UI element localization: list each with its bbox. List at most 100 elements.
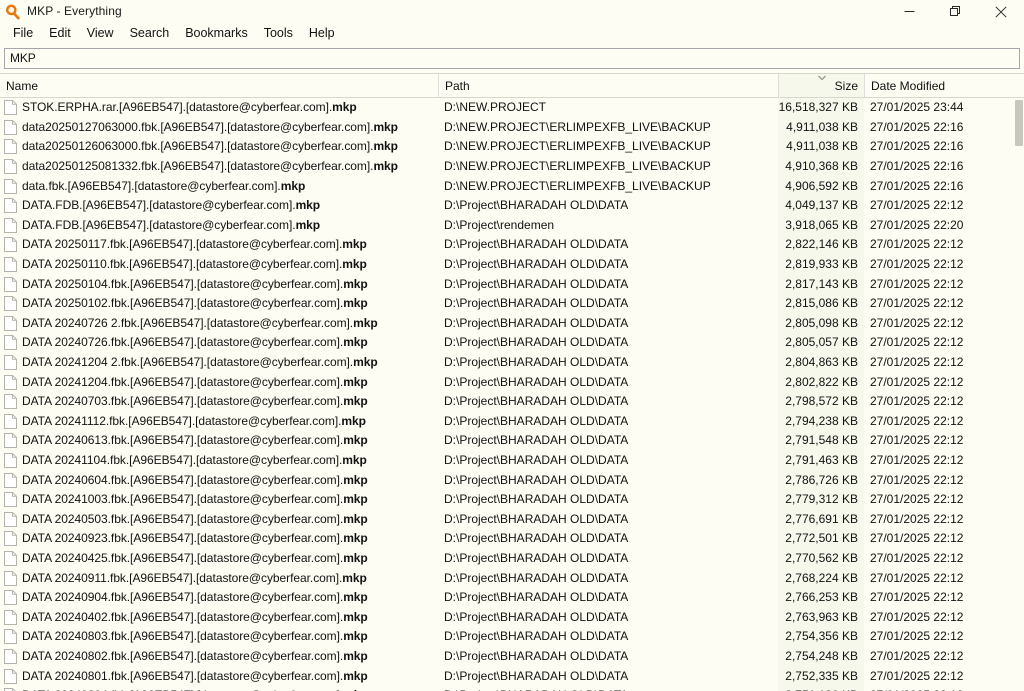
file-name-text: DATA 20240726.fbk.[A96EB547].[datastore@… (22, 335, 368, 350)
table-row[interactable]: DATA 20240803.fbk.[A96EB547].[datastore@… (0, 627, 1024, 647)
column-header-path[interactable]: Path (438, 74, 778, 97)
menu-tools[interactable]: Tools (256, 23, 301, 44)
cell-date-modified: 27/01/2025 22:16 (870, 178, 964, 193)
file-name-match: mkp (373, 139, 398, 154)
close-button[interactable] (978, 0, 1024, 23)
cell-name: data.fbk.[A96EB547].[datastore@cyberfear… (0, 177, 438, 196)
file-icon (4, 570, 17, 586)
cell-date-modified: 27/01/2025 22:12 (870, 472, 964, 487)
table-row[interactable]: DATA 20241003.fbk.[A96EB547].[datastore@… (0, 489, 1024, 510)
table-row[interactable]: DATA 20240425.fbk.[A96EB547].[datastore@… (0, 548, 1024, 569)
file-name-text: DATA.FDB.[A96EB547].[datastore@cyberfear… (22, 198, 321, 213)
file-icon (4, 159, 17, 175)
table-row[interactable]: DATA 20250110.fbk.[A96EB547].[datastore@… (0, 254, 1024, 275)
table-row[interactable]: DATA 20250117.fbk.[A96EB547].[datastore@… (0, 235, 1024, 255)
file-name-text: DATA 20241003.fbk.[A96EB547].[datastore@… (22, 492, 368, 507)
table-row[interactable]: DATA 20250104.fbk.[A96EB547].[datastore@… (0, 274, 1024, 294)
results-list[interactable]: STOK.ERPHA.rar.[A96EB547].[datastore@cyb… (0, 98, 1024, 691)
file-icon (4, 335, 17, 351)
cell-size: 4,049,137 KB (778, 195, 864, 216)
file-icon (4, 178, 17, 194)
cell-date-modified: 27/01/2025 22:12 (870, 590, 964, 605)
menu-search[interactable]: Search (122, 23, 178, 44)
file-name-text: DATA 20240613.fbk.[A96EB547].[datastore@… (22, 433, 368, 448)
cell-size: 2,791,548 KB (778, 431, 864, 451)
cell-date-modified: 27/01/2025 22:20 (870, 217, 964, 232)
table-row[interactable]: data.fbk.[A96EB547].[datastore@cyberfear… (0, 176, 1024, 196)
menu-bookmarks[interactable]: Bookmarks (177, 23, 256, 44)
table-row[interactable]: DATA 20240604.fbk.[A96EB547].[datastore@… (0, 470, 1024, 490)
cell-date-modified: 27/01/2025 22:12 (870, 315, 964, 330)
file-name-text: data20250126063000.fbk.[A96EB547].[datas… (22, 139, 398, 154)
file-name-text: DATA 20240604.fbk.[A96EB547].[datastore@… (22, 472, 368, 487)
menu-help[interactable]: Help (301, 23, 343, 44)
cell-name: DATA 20241112.fbk.[A96EB547].[datastore@… (0, 412, 438, 431)
cell-path: D:\Project\BHARADAH OLD\DATA (444, 668, 629, 683)
table-row[interactable]: DATA 20240911.fbk.[A96EB547].[datastore@… (0, 568, 1024, 588)
table-row[interactable]: DATA.FDB.[A96EB547].[datastore@cyberfear… (0, 215, 1024, 236)
table-row[interactable]: DATA 20250102.fbk.[A96EB547].[datastore@… (0, 293, 1024, 314)
cell-name: DATA.FDB.[A96EB547].[datastore@cyberfear… (0, 216, 438, 235)
cell-date-modified: 27/01/2025 22:12 (870, 374, 964, 389)
cell-size: 2,798,572 KB (778, 391, 864, 412)
cell-size: 2,754,248 KB (778, 646, 864, 667)
file-name-match: mkp (342, 570, 367, 585)
file-name-match: mkp (343, 609, 368, 624)
cell-name: DATA 20240304.fbk.[A96EB547].[datastore@… (0, 686, 438, 691)
cell-size: 2,770,562 KB (778, 548, 864, 569)
search-input[interactable]: MKP (4, 48, 1020, 69)
table-row[interactable]: DATA 20241112.fbk.[A96EB547].[datastore@… (0, 411, 1024, 432)
cell-size: 4,910,368 KB (778, 156, 864, 177)
table-row[interactable]: STOK.ERPHA.rar.[A96EB547].[datastore@cyb… (0, 98, 1024, 118)
menu-file[interactable]: File (5, 23, 41, 44)
vertical-scrollbar[interactable] (1014, 98, 1024, 691)
table-row[interactable]: DATA 20240703.fbk.[A96EB547].[datastore@… (0, 391, 1024, 412)
table-row[interactable]: DATA 20240904.fbk.[A96EB547].[datastore@… (0, 587, 1024, 608)
cell-size: 2,791,463 KB (778, 450, 864, 471)
table-row[interactable]: DATA 20240726.fbk.[A96EB547].[datastore@… (0, 333, 1024, 353)
file-name-text: DATA 20240911.fbk.[A96EB547].[datastore@… (22, 570, 367, 585)
table-row[interactable]: data20250127063000.fbk.[A96EB547].[datas… (0, 117, 1024, 138)
menu-view[interactable]: View (79, 23, 122, 44)
table-row[interactable]: DATA 20241204 2.fbk.[A96EB547].[datastor… (0, 352, 1024, 373)
scrollbar-thumb[interactable] (1015, 100, 1023, 146)
cell-name: DATA 20250110.fbk.[A96EB547].[datastore@… (0, 255, 438, 274)
table-row[interactable]: DATA 20240503.fbk.[A96EB547].[datastore@… (0, 509, 1024, 530)
cell-date-modified: 27/01/2025 22:12 (864, 686, 1008, 691)
table-row[interactable]: data20250125081332.fbk.[A96EB547].[datas… (0, 156, 1024, 177)
table-row[interactable]: DATA 20241104.fbk.[A96EB547].[datastore@… (0, 450, 1024, 471)
maximize-button[interactable] (932, 0, 978, 23)
cell-name: DATA 20240726.fbk.[A96EB547].[datastore@… (0, 333, 438, 352)
file-name-match: mkp (342, 257, 367, 272)
table-row[interactable]: DATA 20240304.fbk.[A96EB547].[datastore@… (0, 685, 1024, 691)
table-row[interactable]: DATA 20240802.fbk.[A96EB547].[datastore@… (0, 646, 1024, 667)
table-row[interactable]: data20250126063000.fbk.[A96EB547].[datas… (0, 137, 1024, 157)
file-icon (4, 276, 17, 292)
cell-date-modified: 27/01/2025 22:12 (870, 394, 964, 409)
file-name-match: mkp (373, 159, 398, 174)
column-header-date-modified[interactable]: Date Modified (864, 74, 1008, 97)
file-icon (4, 139, 17, 155)
menu-edit[interactable]: Edit (41, 23, 79, 44)
minimize-button[interactable] (886, 0, 932, 23)
table-row[interactable]: DATA 20240726 2.fbk.[A96EB547].[datastor… (0, 313, 1024, 334)
table-row[interactable]: DATA 20240402.fbk.[A96EB547].[datastore@… (0, 607, 1024, 628)
column-header-name[interactable]: Name (0, 74, 438, 97)
magnifier-icon (6, 4, 20, 19)
file-name-match: mkp (343, 668, 368, 683)
table-row[interactable]: DATA 20240923.fbk.[A96EB547].[datastore@… (0, 529, 1024, 549)
table-row[interactable]: DATA 20240613.fbk.[A96EB547].[datastore@… (0, 431, 1024, 451)
file-icon (4, 198, 17, 214)
cell-size: 2,751,180 KB (778, 685, 864, 691)
table-row[interactable]: DATA.FDB.[A96EB547].[datastore@cyberfear… (0, 195, 1024, 216)
cell-name: DATA 20250117.fbk.[A96EB547].[datastore@… (0, 235, 438, 254)
cell-path: D:\NEW.PROJECT\ERLIMPEXFB_LIVE\BACKUP (444, 139, 711, 154)
cell-size: 2,805,057 KB (778, 333, 864, 353)
column-header-size[interactable]: Size (778, 74, 864, 97)
cell-name: STOK.ERPHA.rar.[A96EB547].[datastore@cyb… (0, 98, 438, 117)
file-icon (4, 413, 17, 429)
file-name-text: DATA 20240923.fbk.[A96EB547].[datastore@… (22, 531, 368, 546)
file-name-match: mkp (373, 119, 398, 134)
table-row[interactable]: DATA 20241204.fbk.[A96EB547].[datastore@… (0, 372, 1024, 392)
table-row[interactable]: DATA 20240801.fbk.[A96EB547].[datastore@… (0, 666, 1024, 686)
